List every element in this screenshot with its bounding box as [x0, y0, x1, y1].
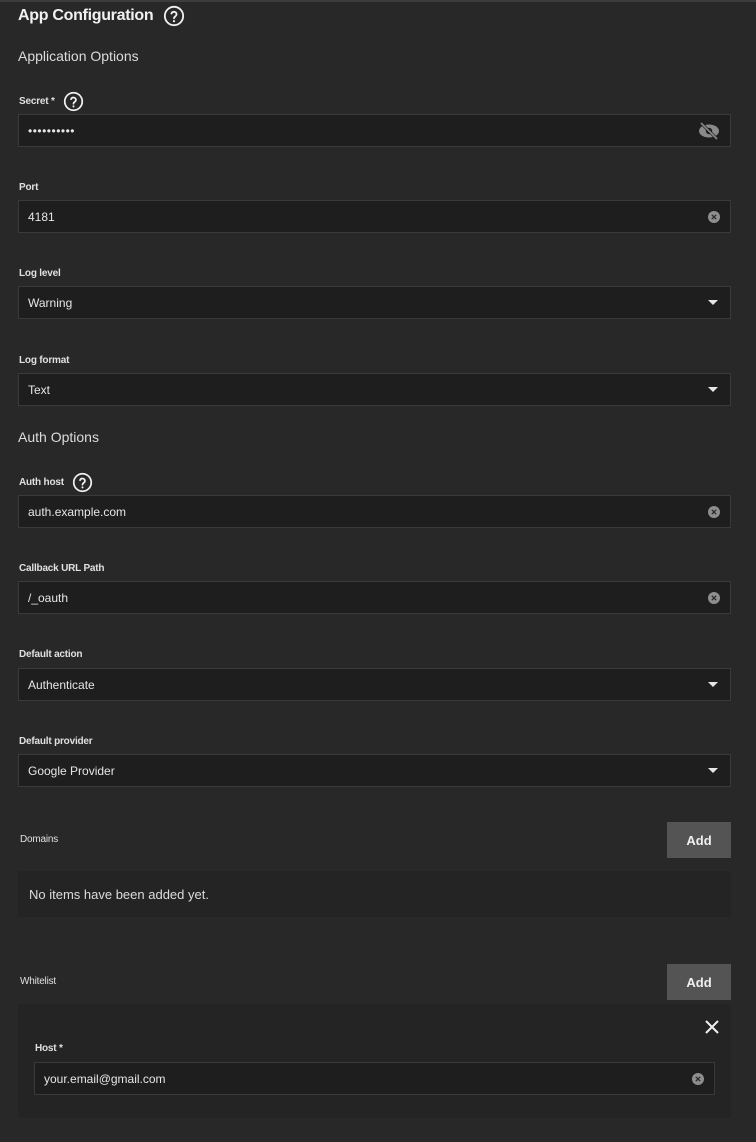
- whitelist-item: Host * your.email@gmail.com: [18, 1004, 731, 1118]
- whitelist-add-button[interactable]: Add: [667, 964, 731, 1000]
- callback-url-path-label-row: Callback URL Path: [19, 558, 105, 578]
- default-provider-selected-value[interactable]: Google Provider: [19, 764, 698, 778]
- domains-label-row: Domains: [20, 829, 58, 849]
- log-format-selected-value[interactable]: Text: [19, 383, 698, 397]
- log-level-selected-value[interactable]: Warning: [19, 296, 698, 310]
- log-format-label: Log format: [19, 354, 70, 366]
- toggle-visibility-button[interactable]: [688, 115, 730, 146]
- clear-icon[interactable]: [708, 591, 720, 604]
- secret-input-value[interactable]: ••••••••••: [19, 124, 688, 138]
- log-level-dropdown-toggle[interactable]: [698, 287, 730, 318]
- host-input[interactable]: your.email@gmail.com: [34, 1062, 715, 1095]
- callback-url-path-input-value[interactable]: /_oauth: [19, 591, 698, 605]
- help-circle-icon[interactable]: [72, 472, 93, 493]
- page-title: App Configuration: [18, 7, 154, 24]
- dropdown-caret-icon: [708, 768, 718, 773]
- remove-whitelist-item-button[interactable]: [701, 1016, 723, 1038]
- auth-host-label-row: Auth host: [19, 472, 93, 492]
- callback-url-path-input[interactable]: /_oauth: [18, 581, 731, 614]
- default-action-dropdown-toggle[interactable]: [698, 669, 730, 700]
- clear-icon[interactable]: [708, 210, 720, 223]
- host-clear-button[interactable]: [682, 1063, 714, 1094]
- host-label: Host *: [35, 1042, 63, 1054]
- secret-label-row: Secret *: [19, 91, 84, 111]
- port-input[interactable]: 4181: [18, 200, 731, 233]
- domains-empty-state: No items have been added yet.: [18, 871, 731, 917]
- default-action-label-row: Default action: [19, 644, 83, 664]
- port-label: Port: [19, 181, 39, 193]
- auth-host-input[interactable]: auth.example.com: [18, 495, 731, 528]
- default-action-label: Default action: [19, 648, 83, 660]
- whitelist-label-row: Whitelist: [20, 971, 56, 991]
- section-title-application-options: Application Options: [18, 48, 139, 64]
- domains-add-button[interactable]: Add: [667, 822, 731, 858]
- log-format-select[interactable]: Text: [18, 373, 731, 406]
- default-provider-label: Default provider: [19, 735, 93, 747]
- close-icon[interactable]: [704, 1019, 720, 1035]
- log-format-dropdown-toggle[interactable]: [698, 374, 730, 405]
- visibility-off-icon[interactable]: [697, 121, 721, 141]
- section-title-auth-options: Auth Options: [18, 429, 99, 445]
- port-clear-button[interactable]: [698, 201, 730, 232]
- default-provider-label-row: Default provider: [19, 731, 93, 751]
- secret-input[interactable]: ••••••••••: [18, 114, 731, 147]
- dropdown-caret-icon: [708, 300, 718, 305]
- default-action-select[interactable]: Authenticate: [18, 668, 731, 701]
- auth-host-input-value[interactable]: auth.example.com: [19, 505, 698, 519]
- default-provider-dropdown-toggle[interactable]: [698, 755, 730, 786]
- port-label-row: Port: [19, 177, 38, 197]
- callback-url-path-clear-button[interactable]: [698, 582, 730, 613]
- log-format-label-row: Log format: [19, 350, 69, 370]
- whitelist-label: Whitelist: [20, 975, 56, 987]
- domains-label: Domains: [20, 833, 59, 845]
- auth-host-label: Auth host: [19, 476, 64, 488]
- auth-host-clear-button[interactable]: [698, 496, 730, 527]
- help-circle-icon[interactable]: [163, 5, 185, 27]
- app-configuration-page: App Configuration Application Options Se…: [0, 0, 756, 1142]
- callback-url-path-label: Callback URL Path: [19, 562, 105, 574]
- secret-label: Secret *: [19, 95, 55, 107]
- log-level-select[interactable]: Warning: [18, 286, 731, 319]
- dropdown-caret-icon: [708, 682, 718, 687]
- host-input-value[interactable]: your.email@gmail.com: [35, 1072, 682, 1086]
- page-header: App Configuration: [18, 4, 185, 28]
- top-divider: [0, 0, 756, 2]
- help-circle-icon[interactable]: [63, 91, 84, 112]
- clear-icon[interactable]: [692, 1072, 704, 1085]
- log-level-label-row: Log level: [19, 263, 61, 283]
- default-provider-select[interactable]: Google Provider: [18, 754, 731, 787]
- domains-empty-text: No items have been added yet.: [29, 886, 209, 902]
- log-level-label: Log level: [19, 267, 61, 279]
- clear-icon[interactable]: [708, 505, 720, 518]
- default-action-selected-value[interactable]: Authenticate: [19, 678, 698, 692]
- port-input-value[interactable]: 4181: [19, 210, 698, 224]
- dropdown-caret-icon: [708, 387, 718, 392]
- host-label-row: Host *: [35, 1038, 63, 1058]
